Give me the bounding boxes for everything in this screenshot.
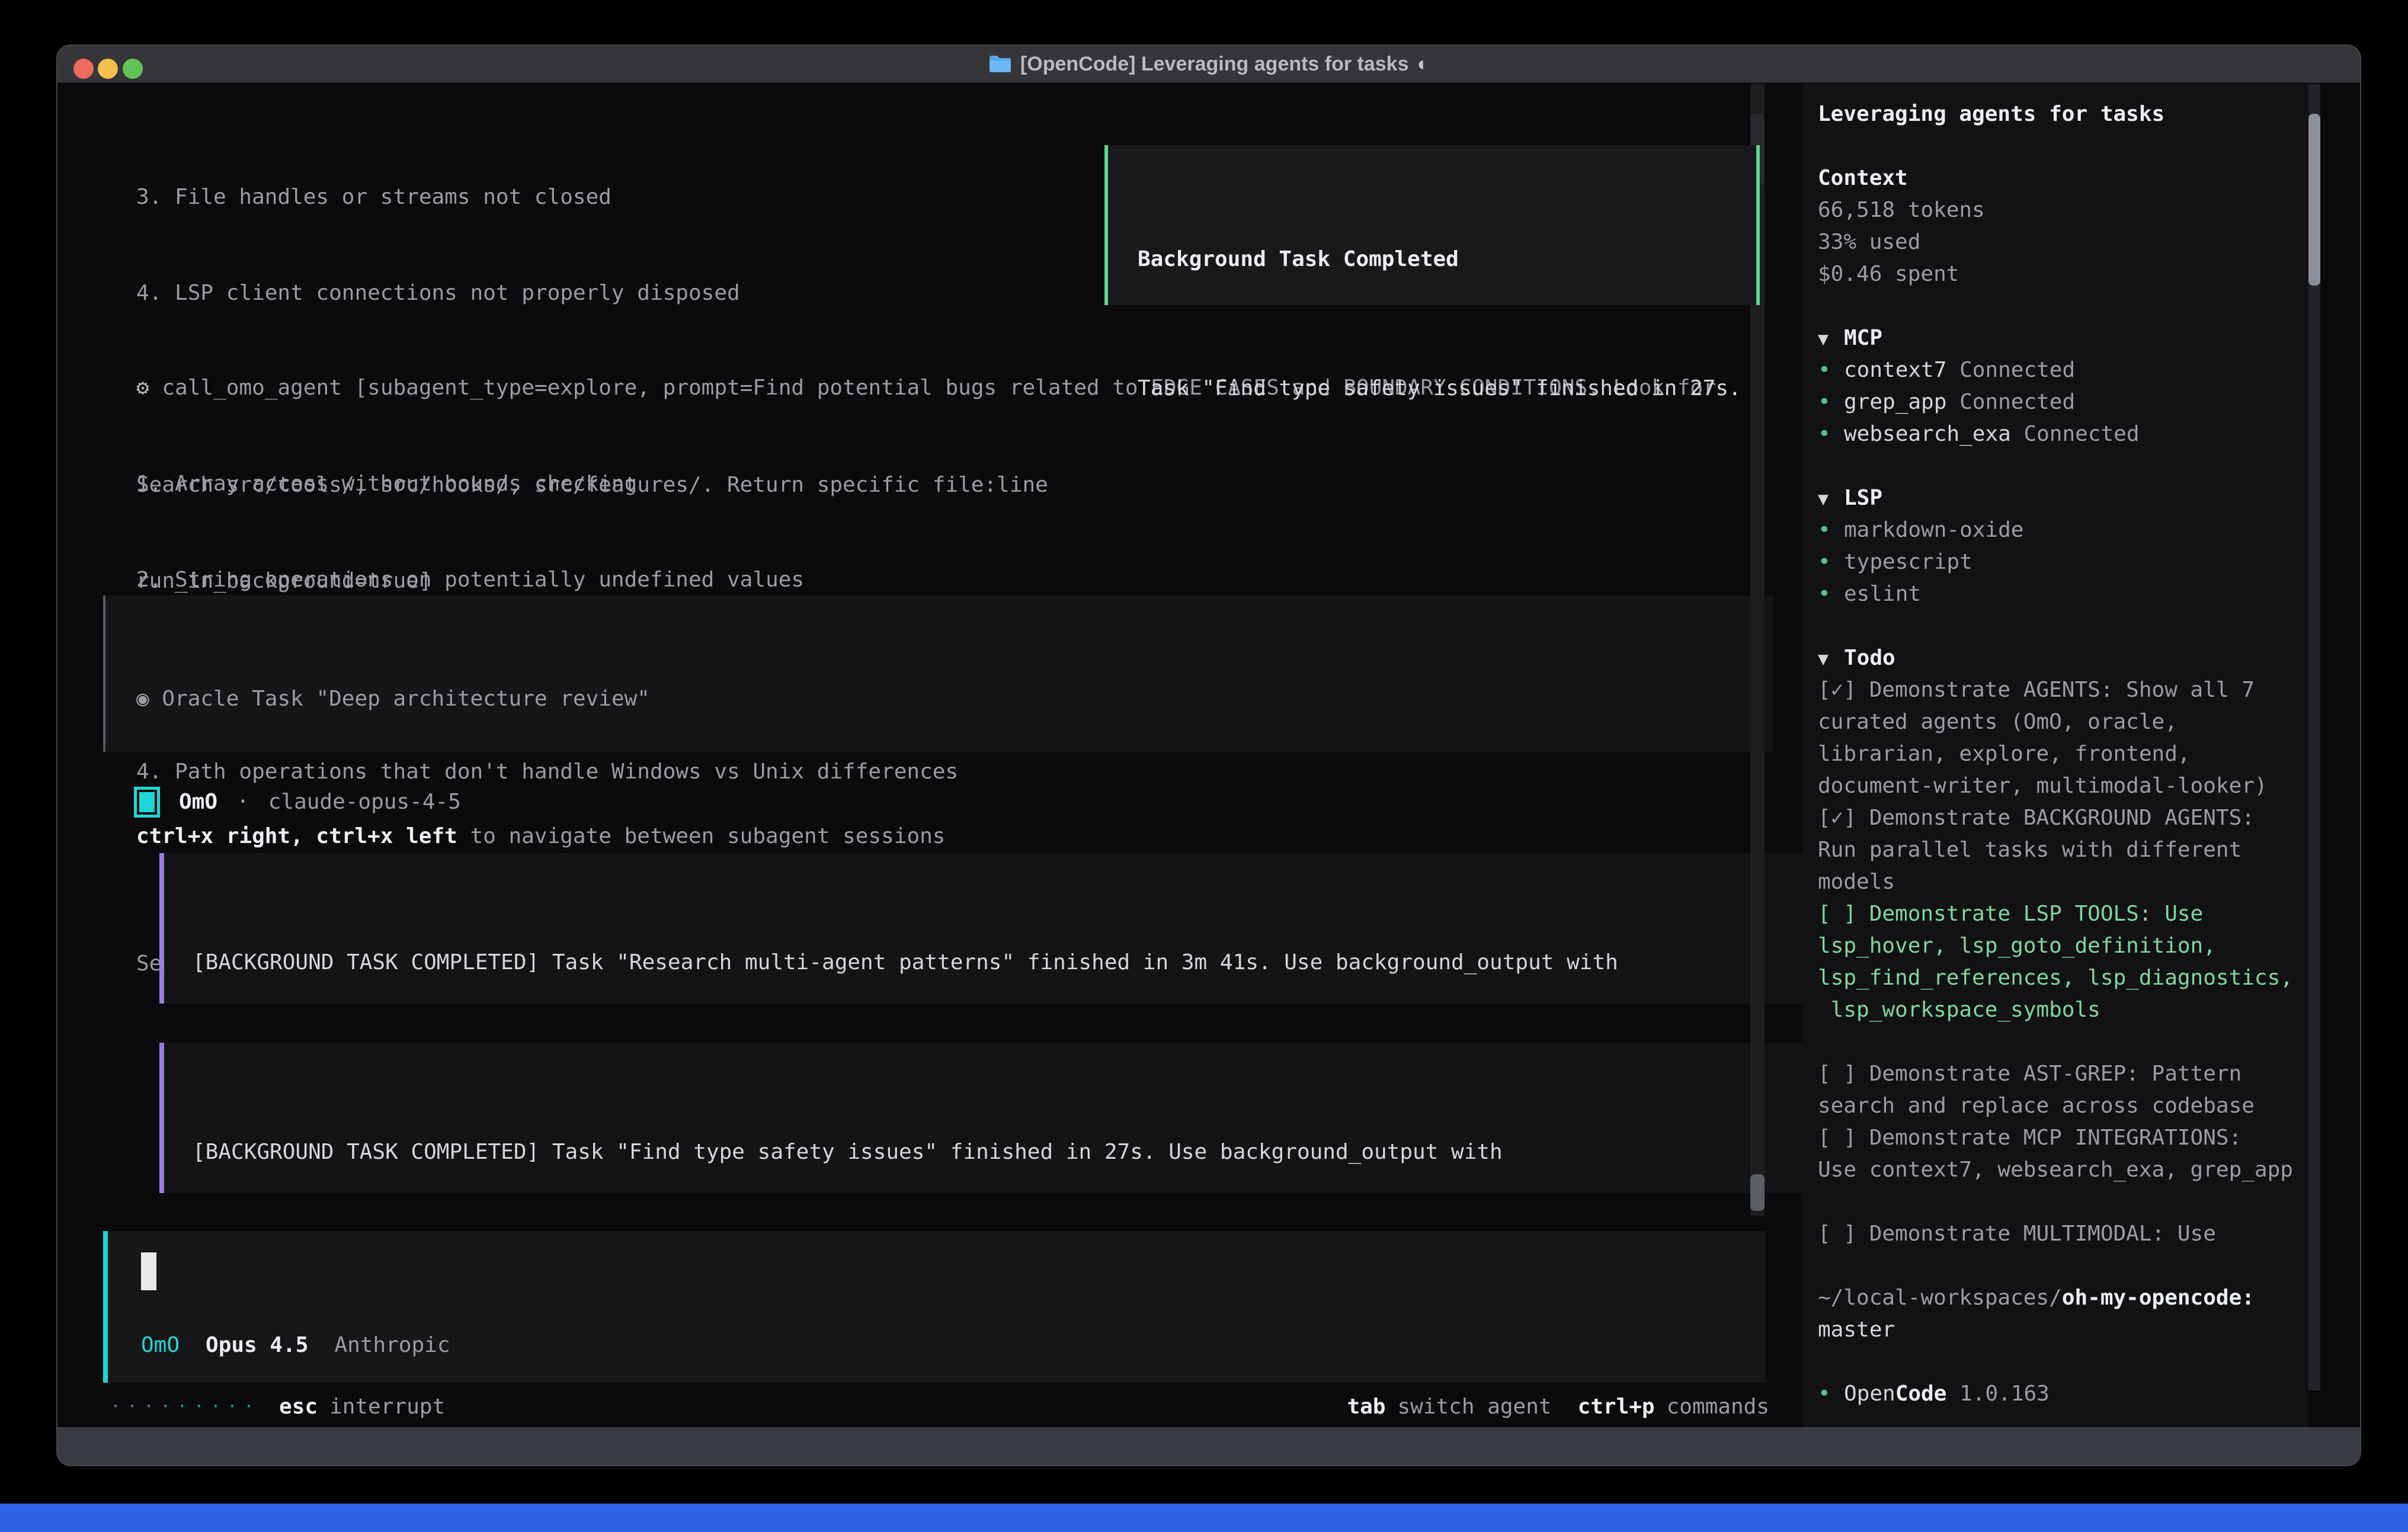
chevron-down-icon: ▼	[1818, 323, 1844, 355]
todo-line-pending: [ ] Demonstrate MULTIMODAL: Use	[1818, 1218, 2308, 1250]
agent-square-icon	[134, 787, 160, 818]
agent-name: OmO	[179, 786, 217, 818]
todo-line-done: [✓] Demonstrate AGENTS: Show all 7	[1818, 674, 2308, 706]
todo-line-pending: search and replace across codebase	[1818, 1090, 2308, 1122]
terminal-window: [OpenCode] Leveraging agents for tasks ◐…	[56, 44, 2361, 1466]
chevron-down-icon: ▼	[1818, 483, 1844, 515]
agent-header: OmO · claude-opus-4-5	[134, 786, 461, 818]
input-model-name[interactable]: Opus 4.5	[206, 1329, 308, 1361]
window-bottom-edge	[57, 1427, 2360, 1465]
separator-dot: ·	[236, 786, 249, 818]
fisheye-icon: ◉	[136, 687, 149, 711]
toast-body: Task "Find type safety issues" finished …	[1138, 373, 1756, 405]
context-heading: Context	[1818, 162, 2308, 194]
scrollback-line: 4. LSP client connections not properly d…	[136, 277, 1048, 309]
session-title: Leveraging agents for tasks	[1818, 98, 2308, 130]
scrollback-line: 3. File handles or streams not closed	[136, 181, 1048, 213]
workspace-path: ~/local-workspaces/oh-my-opencode:	[1818, 1282, 2308, 1314]
todo-line-pending: [ ] Demonstrate MCP INTEGRATIONS:	[1818, 1122, 2308, 1154]
todo-line-done: [✓] Demonstrate BACKGROUND AGENTS:	[1818, 802, 2308, 834]
esc-key-hint: esc	[279, 1391, 318, 1423]
background-task-message: [BACKGROUND TASK COMPLETED] Task "Find t…	[159, 1043, 1829, 1193]
bullet-icon: •	[1818, 546, 1844, 578]
window-title: [OpenCode] Leveraging agents for tasks	[1020, 53, 1409, 76]
mcp-item: •websearch_exa Connected	[1818, 418, 2308, 450]
todo-line-done: curated agents (OmO, oracle,	[1818, 706, 2308, 738]
todo-line-pending: Use context7, websearch_exa, grep_app	[1818, 1154, 2308, 1186]
shortcut-hint: to navigate between subagent sessions	[457, 824, 946, 848]
main-scrollbar-thumb[interactable]	[1750, 1174, 1765, 1211]
prompt-input[interactable]: OmO Opus 4.5 Anthropic	[103, 1231, 1766, 1383]
oracle-task-box: ◉ Oracle Task "Deep architecture review"…	[103, 595, 1773, 752]
todo-line-active: lsp_hover, lsp_goto_definition,	[1818, 930, 2308, 962]
todo-line-done: Run parallel tasks with different	[1818, 834, 2308, 866]
lsp-item: •typescript	[1818, 546, 2308, 578]
tab-key-hint: tab	[1347, 1391, 1385, 1423]
tool-call-line: 1. Array access without bounds checking	[136, 468, 1716, 500]
gear-icon: ⚙	[136, 376, 149, 400]
statusbar-left: · · · · · · · · · esc interrupt	[110, 1391, 445, 1423]
ctrlp-key-hint: ctrl+p	[1578, 1391, 1655, 1423]
lsp-item: •markdown-oxide	[1818, 514, 2308, 546]
mcp-item: •grep_app Connected	[1818, 386, 2308, 418]
session-busy-icon: ◐	[1417, 53, 1430, 76]
agent-model: claude-opus-4-5	[268, 786, 461, 818]
title-bar: [OpenCode] Leveraging agents for tasks ◐	[57, 46, 2360, 83]
bullet-icon: •	[1818, 578, 1844, 610]
screen: [OpenCode] Leveraging agents for tasks ◐…	[0, 0, 2408, 1532]
task-message-line: [BACKGROUND TASK COMPLETED] Task "Find t…	[193, 1136, 1829, 1168]
bullet-icon: •	[1818, 514, 1844, 546]
version-line: •OpenCode 1.0.163	[1818, 1378, 2308, 1410]
sidebar-scrollbar-thumb[interactable]	[2308, 114, 2320, 286]
bullet-icon: •	[1818, 354, 1844, 386]
spinner-dots: · · · · · · · · ·	[110, 1391, 252, 1423]
git-branch: master	[1818, 1314, 2308, 1346]
text-cursor	[141, 1252, 156, 1290]
ctrlp-key-label: commands	[1667, 1391, 1769, 1423]
bullet-icon: •	[1818, 1378, 1844, 1410]
mcp-item: •context7 Connected	[1818, 354, 2308, 386]
toast-title: Background Task Completed	[1138, 243, 1756, 275]
input-agent-name[interactable]: OmO	[141, 1329, 180, 1361]
bullet-icon: •	[1818, 418, 1844, 450]
statusbar-right: tab switch agent ctrl+p commands	[1337, 1391, 1769, 1423]
desktop-blue-strip	[0, 1504, 2408, 1532]
bullet-icon: •	[1818, 386, 1844, 418]
background-task-message: [BACKGROUND TASK COMPLETED] Task "Resear…	[159, 853, 1829, 1004]
mcp-section-header[interactable]: ▼MCP	[1818, 322, 2308, 354]
sidebar: Leveraging agents for tasks Context 66,5…	[1802, 82, 2308, 1430]
context-spent: $0.46 spent	[1818, 258, 2308, 290]
input-provider-name: Anthropic	[334, 1329, 450, 1361]
tab-key-label: switch agent	[1397, 1391, 1551, 1423]
context-used: 33% used	[1818, 226, 2308, 258]
todo-line-active: lsp_find_references, lsp_diagnostics,	[1818, 962, 2308, 994]
todo-line-done: document-writer, multimodal-looker)	[1818, 770, 2308, 802]
tool-call-line: 2. String operations on potentially unde…	[136, 564, 1716, 596]
lsp-section-header[interactable]: ▼LSP	[1818, 482, 2308, 514]
task-message-line: [BACKGROUND TASK COMPLETED] Task "Resear…	[193, 947, 1829, 979]
chevron-down-icon: ▼	[1818, 643, 1844, 675]
todo-line-active: lsp_workspace_symbols	[1818, 994, 2308, 1026]
shortcut-keys: ctrl+x right, ctrl+x left	[136, 824, 457, 848]
toast-notification[interactable]: Background Task Completed Task "Find typ…	[1104, 145, 1760, 305]
window-title-group: [OpenCode] Leveraging agents for tasks ◐	[57, 46, 2360, 82]
todo-line-done: models	[1818, 866, 2308, 898]
todo-line-pending: [ ] Demonstrate AST-GREP: Pattern	[1818, 1058, 2308, 1090]
esc-key-label: interrupt	[329, 1391, 445, 1423]
todo-line-active: [ ] Demonstrate LSP TOOLS: Use	[1818, 898, 2308, 930]
folder-icon	[988, 55, 1012, 73]
oracle-task-title: Oracle Task "Deep architecture review"	[149, 687, 650, 711]
lsp-item: •eslint	[1818, 578, 2308, 610]
todo-line-done: librarian, explore, frontend,	[1818, 738, 2308, 770]
context-tokens: 66,518 tokens	[1818, 194, 2308, 226]
todo-section-header[interactable]: ▼Todo	[1818, 642, 2308, 674]
